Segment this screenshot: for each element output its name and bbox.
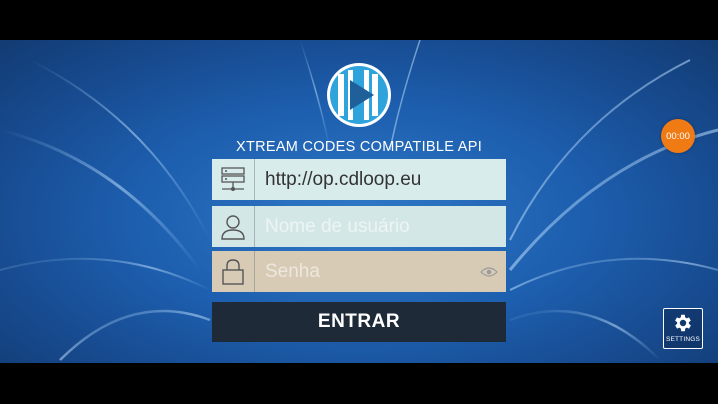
play-logo-icon xyxy=(326,62,392,128)
username-input[interactable]: Nome de usuário xyxy=(255,216,506,238)
server-icon xyxy=(212,159,255,200)
timer-badge[interactable]: 00:00 xyxy=(661,119,695,153)
server-url-input[interactable]: http://op.cdloop.eu xyxy=(255,169,506,191)
gear-icon xyxy=(675,314,691,332)
user-icon xyxy=(212,206,255,247)
letterbox-top xyxy=(0,0,718,40)
settings-button[interactable]: SETTINGS xyxy=(663,308,703,349)
letterbox-bottom xyxy=(0,363,718,404)
password-input[interactable]: Senha xyxy=(255,261,476,283)
login-screen: XTREAM CODES COMPATIBLE API http://op.cd… xyxy=(0,40,718,363)
settings-label: SETTINGS xyxy=(665,336,701,343)
lock-icon xyxy=(212,251,255,292)
api-subtitle: XTREAM CODES COMPATIBLE API xyxy=(235,139,483,155)
password-field[interactable]: Senha xyxy=(212,251,506,292)
eye-icon[interactable] xyxy=(476,266,502,278)
server-url-field[interactable]: http://op.cdloop.eu xyxy=(212,159,506,200)
enter-button[interactable]: ENTRAR xyxy=(212,302,506,342)
username-field[interactable]: Nome de usuário xyxy=(212,206,506,247)
